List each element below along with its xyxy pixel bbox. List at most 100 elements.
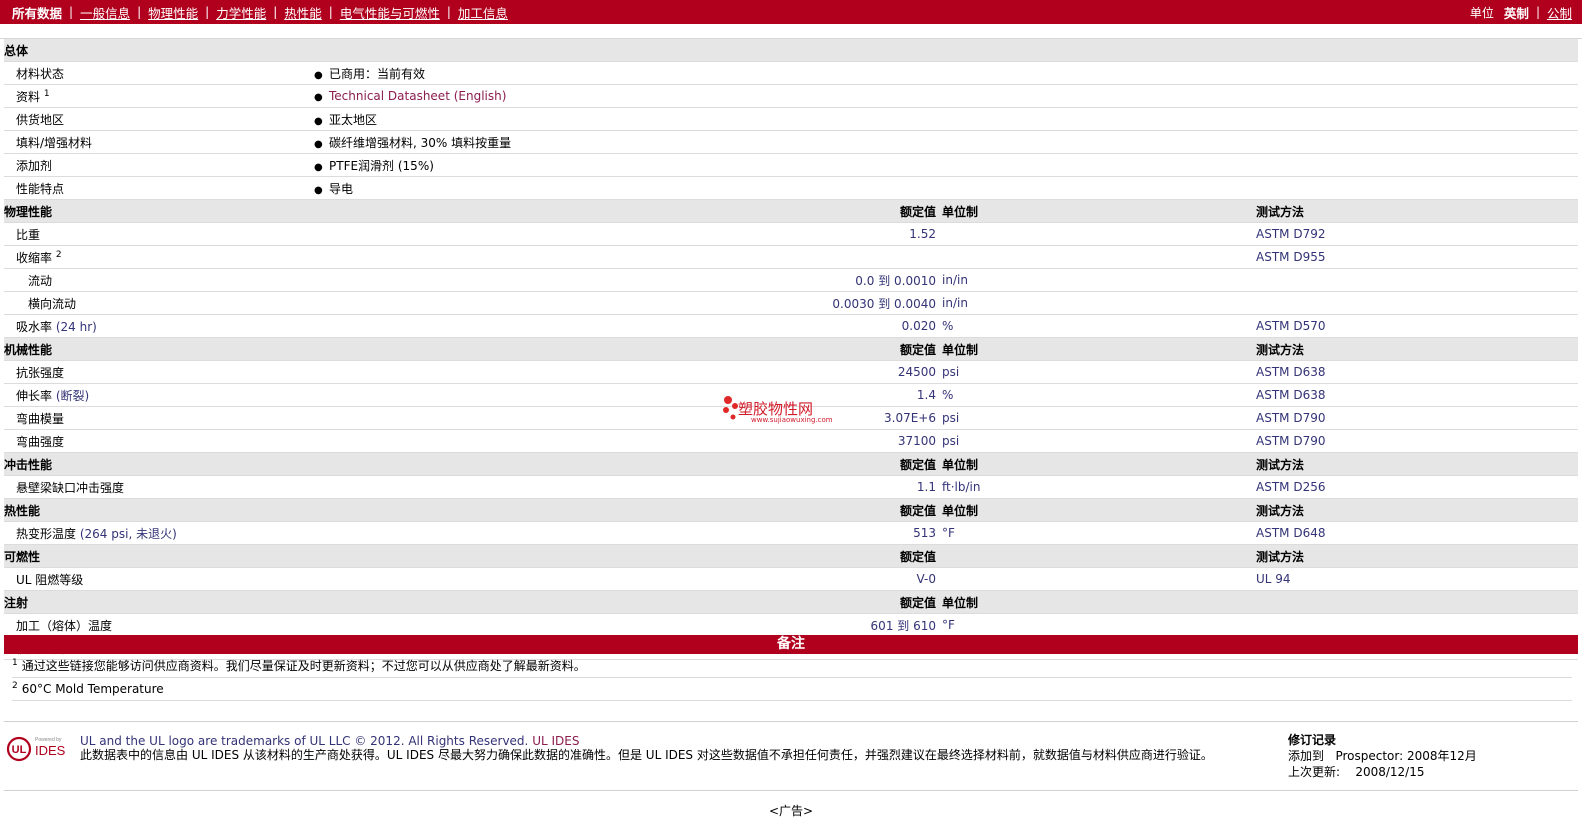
table-row: 比重 1.52 ASTM D792: [4, 222, 1578, 246]
section-title: 可燃性: [4, 544, 314, 568]
watermark: 塑胶物性网 www.sujiaowuxing.com: [721, 394, 861, 428]
test-method: ASTM D570: [1256, 314, 1578, 338]
property-name-cell: 抗张强度: [4, 360, 314, 384]
table-row: 吸水率 (24 hr) 0.020% ASTM D570: [4, 314, 1578, 338]
table-row: UL 阻燃等级 V-0 UL 94: [4, 567, 1578, 591]
added-value: Prospector: 2008年12月: [1335, 749, 1477, 763]
table-row: 填料/增强材料 ● 碳纤维增强材料, 30% 填料按重量: [4, 130, 1578, 154]
nav-item-0[interactable]: 所有数据: [12, 3, 62, 22]
column-header-value: 额定值: [314, 337, 940, 361]
property-name: 抗张强度: [16, 365, 65, 380]
trademark-line: UL and the UL logo are trademarks of UL …: [80, 734, 579, 748]
nav-item-4[interactable]: 热性能: [284, 3, 322, 22]
property-unit: °F: [940, 521, 1256, 545]
note-number: 2: [12, 681, 18, 691]
property-name-cell: 填料/增强材料: [4, 130, 314, 154]
revision-updated: 上次更新: 2008/12/15: [1288, 764, 1477, 780]
property-value: 513: [314, 521, 940, 545]
property-value: 601 到 610: [314, 613, 940, 637]
section-title: 物理性能: [4, 199, 314, 223]
property-name: 资料: [16, 89, 41, 104]
trademark-text: UL and the UL logo are trademarks of UL …: [80, 734, 529, 748]
property-name-cell: 热变形温度 (264 psi, 未退火): [4, 521, 314, 545]
column-header-method: 测试方法: [1256, 452, 1578, 476]
top-nav-bar: 所有数据 | 一般信息 | 物理性能 | 力学性能 | 热性能 | 电气性能与可燃性 | 加工信息 单位…: [0, 0, 1582, 24]
property-unit: [940, 245, 1256, 269]
ul-ides-logo: UL Powered by IDES: [6, 736, 66, 762]
property-value: 亚太地区: [329, 112, 378, 127]
column-header-unit: [940, 544, 1256, 568]
property-name: 热变形温度: [16, 526, 77, 541]
nav-item-1[interactable]: 一般信息: [80, 3, 130, 22]
property-name-cell: 加工（熔体）温度: [4, 613, 314, 637]
property-name-cell: 供货地区: [4, 107, 314, 131]
bullet-icon: ●: [314, 161, 323, 173]
property-name-cell: 弯曲强度: [4, 429, 314, 453]
property-name-cell: 吸水率 (24 hr): [4, 314, 314, 338]
nav-item-2[interactable]: 物理性能: [148, 3, 198, 22]
property-name: UL 阻燃等级: [16, 572, 84, 587]
column-header-unit: 单位制: [940, 337, 1256, 361]
section-header: 热性能 额定值 单位制 测试方法: [4, 498, 1578, 522]
watermark-url: www.sujiaowuxing.com: [751, 416, 833, 424]
unit-imperial-link[interactable]: 英制: [1504, 3, 1529, 22]
section-header: 可燃性 额定值 测试方法: [4, 544, 1578, 568]
unit-metric-link[interactable]: 公制: [1547, 3, 1572, 22]
column-header-unit: 单位制: [940, 199, 1256, 223]
property-name-cell: 悬壁梁缺口冲击强度: [4, 475, 314, 499]
property-name-cell: 性能特点: [4, 176, 314, 200]
nav-item-5[interactable]: 电气性能与可燃性: [340, 3, 440, 22]
property-name: 添加剂: [16, 158, 53, 173]
property-table: 总体 材料状态 ● 已商用：当前有效 资料 1 ● Technical Datasheet …: [4, 39, 1578, 660]
property-name: 材料状态: [16, 66, 65, 81]
property-name: 加工（熔体）温度: [16, 618, 113, 633]
property-name: 收缩率: [16, 250, 53, 265]
ul-ides-link[interactable]: UL IDES: [532, 734, 579, 748]
column-header-value: 额定值: [314, 590, 940, 614]
property-value-cell: ● Technical Datasheet (English): [314, 84, 1578, 108]
property-value: 1.52: [314, 222, 940, 246]
section-header: 机械性能 额定值 单位制 测试方法: [4, 337, 1578, 361]
property-name-cell: 比重: [4, 222, 314, 246]
property-value: PTFE润滑剂 (15%): [329, 158, 434, 173]
property-name: 弯曲强度: [16, 434, 65, 449]
unit-switcher: 单位 英制 | 公制: [1470, 3, 1572, 22]
property-qualifier: (24 hr): [55, 319, 97, 334]
property-name: 性能特点: [16, 181, 65, 196]
test-method: ASTM D256: [1256, 475, 1578, 499]
footnote-ref[interactable]: 2: [56, 250, 62, 260]
test-method: [1256, 613, 1578, 637]
property-name: 吸水率: [16, 319, 53, 334]
added-label: 添加到: [1288, 749, 1325, 763]
property-unit: [940, 567, 1256, 591]
column-header-method: 测试方法: [1256, 337, 1578, 361]
test-method: ASTM D648: [1256, 521, 1578, 545]
nav-item-6[interactable]: 加工信息: [458, 3, 508, 22]
property-value: 碳纤维增强材料, 30% 填料按重量: [329, 135, 512, 150]
property-value-cell: ● 碳纤维增强材料, 30% 填料按重量: [314, 130, 1578, 154]
property-unit: psi: [940, 429, 1256, 453]
note-number: 1: [12, 658, 18, 668]
property-value: 0.0030 到 0.0040: [314, 291, 940, 315]
test-method: ASTM D790: [1256, 429, 1578, 453]
property-name: 比重: [16, 227, 41, 242]
datasheet-link[interactable]: Technical Datasheet (English): [329, 89, 506, 103]
column-header-unit: 单位制: [940, 590, 1256, 614]
table-row: 悬壁梁缺口冲击强度 1.1 ft·lb/in ASTM D256: [4, 475, 1578, 499]
property-value-cell: ● 导电: [314, 176, 1578, 200]
bullet-icon: ●: [314, 138, 323, 150]
property-name-cell: 弯曲模量: [4, 406, 314, 430]
test-method: ASTM D955: [1256, 245, 1578, 269]
table-row: 收缩率 2 ASTM D955: [4, 245, 1578, 269]
property-name-cell: 横向流动: [4, 291, 314, 315]
test-method: [1256, 291, 1578, 315]
advertisement-label[interactable]: <广告>: [0, 802, 1582, 819]
nav-item-3[interactable]: 力学性能: [216, 3, 266, 22]
property-unit: °F: [940, 613, 1256, 637]
test-method: ASTM D792: [1256, 222, 1578, 246]
section-header: 冲击性能 额定值 单位制 测试方法: [4, 452, 1578, 476]
property-name-cell: 伸长率 (断裂): [4, 383, 314, 407]
property-unit: [940, 222, 1256, 246]
footnote-ref[interactable]: 1: [44, 89, 50, 99]
test-method: ASTM D790: [1256, 406, 1578, 430]
